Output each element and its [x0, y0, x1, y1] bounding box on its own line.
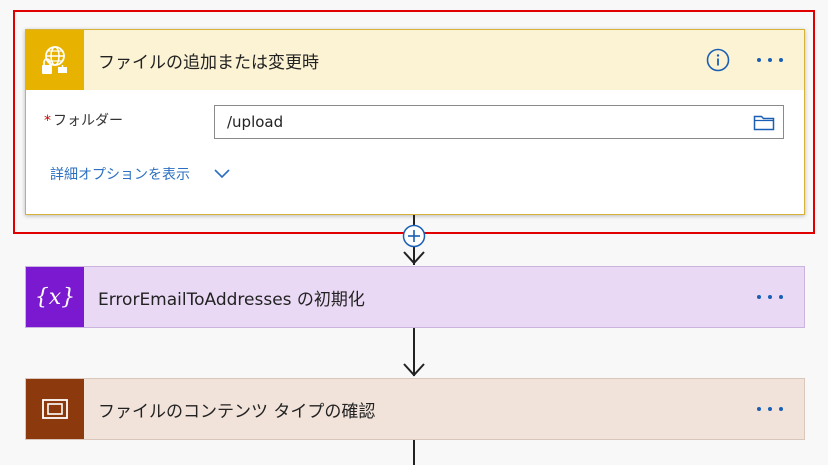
more-icon[interactable]	[750, 285, 790, 309]
folder-field-row: * フォルダー /upload	[26, 102, 804, 142]
variable-symbol: {x}	[34, 284, 76, 310]
step-title: ErrorEmailToAddresses の初期化	[98, 289, 365, 310]
trigger-card[interactable]: ファイルの追加または変更時 * フォルダー /upload 詳細オプションを表示	[25, 29, 805, 215]
step-card-check-content-type[interactable]: ファイルのコンテンツ タイプの確認	[25, 378, 805, 440]
advanced-options-toggle[interactable]: 詳細オプションを表示	[50, 164, 232, 184]
plus-circle-icon[interactable]	[402, 224, 426, 248]
info-icon[interactable]	[706, 48, 730, 72]
chevron-down-icon[interactable]	[214, 168, 232, 180]
required-mark: *	[44, 113, 51, 129]
folder-input[interactable]: /upload	[214, 105, 784, 139]
arrowhead-icon	[403, 363, 425, 377]
folder-input-value[interactable]: /upload	[227, 113, 749, 131]
content-type-icon	[26, 379, 84, 439]
folder-icon[interactable]	[749, 107, 779, 137]
more-icon[interactable]	[750, 397, 790, 421]
arrowhead-icon	[403, 251, 425, 265]
step-header[interactable]: ファイルのコンテンツ タイプの確認	[26, 379, 804, 439]
step-header[interactable]: {x} ErrorEmailToAddresses の初期化	[26, 267, 804, 327]
folder-label-text: フォルダー	[53, 113, 123, 129]
flow-connector	[413, 440, 415, 465]
step-card-initialize-variable[interactable]: {x} ErrorEmailToAddresses の初期化	[25, 266, 805, 328]
trigger-header[interactable]: ファイルの追加または変更時	[26, 30, 804, 90]
step-title: ファイルのコンテンツ タイプの確認	[98, 401, 376, 422]
more-icon[interactable]	[750, 48, 790, 72]
advanced-options-label[interactable]: 詳細オプションを表示	[50, 164, 190, 184]
globe-lock-icon	[26, 30, 84, 90]
folder-label: * フォルダー	[44, 110, 123, 130]
variable-icon: {x}	[26, 267, 84, 327]
trigger-title: ファイルの追加または変更時	[98, 52, 319, 73]
